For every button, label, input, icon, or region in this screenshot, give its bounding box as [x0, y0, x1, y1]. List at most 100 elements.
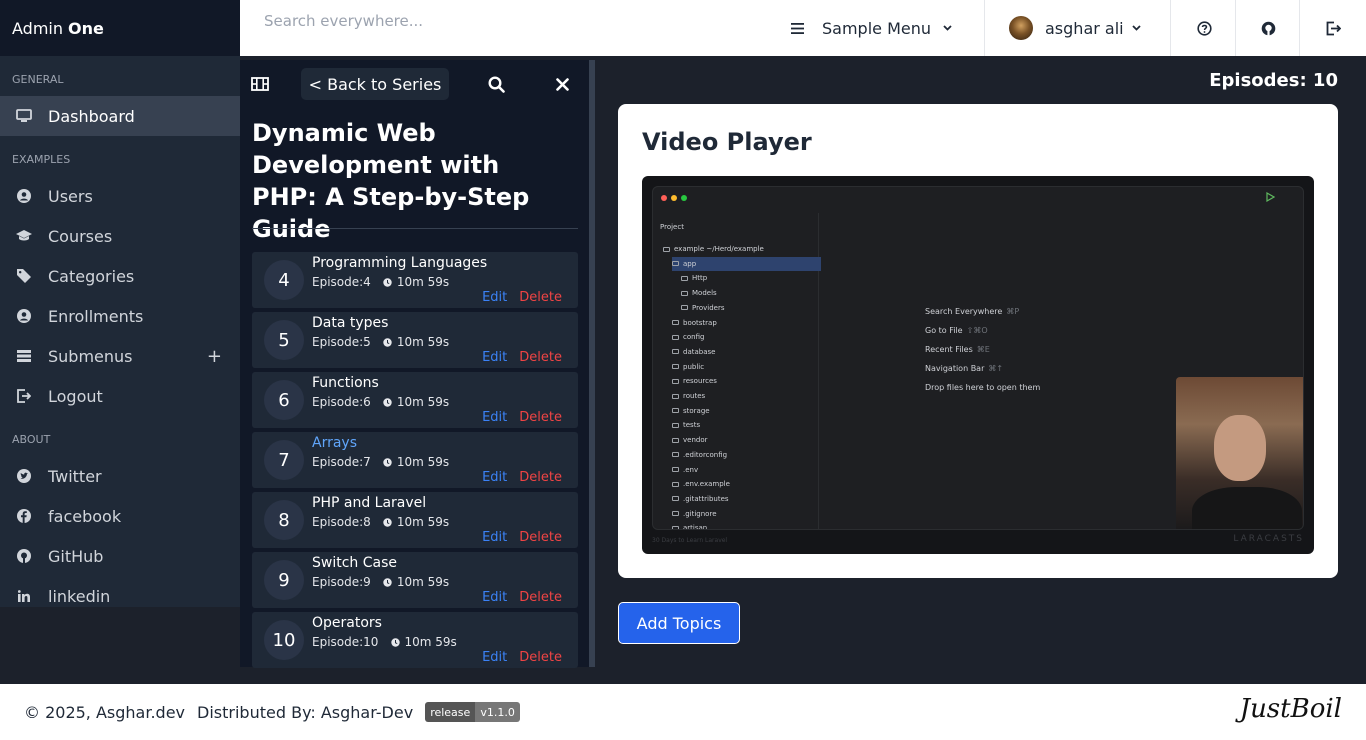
delete-link[interactable]: Delete: [519, 650, 562, 665]
run-icon: [1266, 192, 1275, 202]
film-icon[interactable]: [250, 74, 270, 94]
tree-row[interactable]: routes: [672, 389, 821, 403]
episode-title[interactable]: Switch Case: [312, 555, 397, 571]
tree-row[interactable]: Providers: [681, 301, 821, 315]
tree-row[interactable]: bootstrap: [672, 316, 821, 330]
delete-link[interactable]: Delete: [519, 590, 562, 605]
episode-title[interactable]: Operators: [312, 615, 382, 631]
edit-link[interactable]: Edit: [482, 530, 507, 545]
episode-title[interactable]: PHP and Laravel: [312, 495, 426, 511]
release-badge[interactable]: release v1.1.0: [425, 702, 520, 722]
tree-row[interactable]: config: [672, 330, 821, 344]
episode-title[interactable]: Arrays: [312, 435, 357, 451]
episode-item[interactable]: 10 Operators Episode:10 10m 59s Edit Del…: [252, 612, 578, 668]
panel-scrollbar[interactable]: [589, 60, 595, 667]
delete-link[interactable]: Delete: [519, 290, 562, 305]
tree-row[interactable]: .env: [672, 463, 821, 477]
search-icon[interactable]: [486, 74, 506, 94]
user-menu-dropdown[interactable]: asghar ali: [1009, 0, 1141, 56]
sidebar-item-enrollments[interactable]: Enrollments: [0, 296, 240, 336]
episode-item[interactable]: 6 Functions Episode:6 10m 59s Edit Delet…: [252, 372, 578, 428]
close-icon[interactable]: [552, 74, 572, 94]
tree-row[interactable]: tests: [672, 418, 821, 432]
tree-row[interactable]: .gitignore: [672, 507, 821, 521]
tree-row[interactable]: Models: [681, 286, 821, 300]
tree-row[interactable]: storage: [672, 404, 821, 418]
episode-title[interactable]: Data types: [312, 315, 388, 331]
sidebar-item-label: Users: [48, 186, 93, 206]
help-button[interactable]: [1197, 0, 1212, 56]
episode-list: 4 Programming Languages Episode:4 10m 59…: [252, 252, 578, 672]
episode-label: Episode:6: [312, 395, 371, 409]
delete-link[interactable]: Delete: [519, 350, 562, 365]
edit-link[interactable]: Edit: [482, 470, 507, 485]
edit-link[interactable]: Edit: [482, 410, 507, 425]
episode-title[interactable]: Functions: [312, 375, 379, 391]
episode-meta: Episode:4 10m 59s: [312, 275, 449, 289]
tree-row[interactable]: Http: [681, 271, 821, 285]
tree-row-label: example ~/Herd/example: [674, 245, 764, 253]
sidebar-item-github[interactable]: GitHub: [0, 536, 240, 576]
sidebar-item-twitter[interactable]: Twitter: [0, 456, 240, 496]
delete-link[interactable]: Delete: [519, 470, 562, 485]
edit-link[interactable]: Edit: [482, 290, 507, 305]
episode-title[interactable]: Programming Languages: [312, 255, 487, 271]
folder-icon: [672, 393, 679, 399]
tree-row[interactable]: artisan: [672, 521, 821, 529]
back-to-series-button[interactable]: < Back to Series: [301, 68, 449, 100]
episode-item-current[interactable]: 7 Arrays Episode:7 10m 59s Edit Delete: [252, 432, 578, 488]
episode-item[interactable]: 9 Switch Case Episode:9 10m 59s Edit Del…: [252, 552, 578, 608]
expand-plus-icon[interactable]: +: [207, 346, 222, 367]
brand[interactable]: Admin One: [0, 0, 240, 56]
tree-row[interactable]: example ~/Herd/example: [663, 242, 821, 256]
sidebar-item-dashboard[interactable]: Dashboard: [0, 96, 240, 136]
episode-number: 7: [264, 440, 304, 480]
tree-row[interactable]: database: [672, 345, 821, 359]
episode-item[interactable]: 5 Data types Episode:5 10m 59s Edit Dele…: [252, 312, 578, 368]
monitor-icon: [16, 108, 32, 124]
sample-menu-dropdown[interactable]: Sample Menu: [791, 0, 952, 56]
tree-row[interactable]: .editorconfig: [672, 448, 821, 462]
tree-row[interactable]: .gitattributes: [672, 492, 821, 506]
sidebar-item-label: Logout: [48, 386, 103, 406]
tree-row[interactable]: public: [672, 360, 821, 374]
tree-row[interactable]: vendor: [672, 433, 821, 447]
tree-row[interactable]: .env.example: [672, 477, 821, 491]
sidebar-item-courses[interactable]: Courses: [0, 216, 240, 256]
sidebar-group-general: GENERAL: [12, 73, 64, 86]
top-navbar: Sample Menu asghar ali: [240, 0, 1366, 56]
edit-link[interactable]: Edit: [482, 590, 507, 605]
edit-link[interactable]: Edit: [482, 650, 507, 665]
brand-name: Admin: [12, 18, 63, 38]
add-topics-button[interactable]: Add Topics: [618, 602, 740, 644]
sidebar-item-users[interactable]: Users: [0, 176, 240, 216]
clock-icon: [383, 577, 393, 587]
sidebar-item-logout[interactable]: Logout: [0, 376, 240, 416]
sidebar-item-categories[interactable]: Categories: [0, 256, 240, 296]
episode-label: Episode:9: [312, 575, 371, 589]
window-zoom-dot: [681, 195, 687, 201]
justboil-logo[interactable]: JustBoil: [1240, 694, 1342, 724]
sidebar-item-label: Twitter: [48, 466, 102, 486]
delete-link[interactable]: Delete: [519, 530, 562, 545]
logout-icon: [1326, 21, 1341, 36]
sidebar-item-submenus[interactable]: Submenus +: [0, 336, 240, 376]
tree-row[interactable]: app: [672, 256, 821, 271]
folder-icon: [672, 349, 679, 355]
video-player[interactable]: Project example ~/Herd/example app Http Mod…: [642, 176, 1314, 554]
folder-icon: [663, 246, 670, 252]
delete-link[interactable]: Delete: [519, 410, 562, 425]
clock-icon: [390, 637, 400, 647]
episode-item[interactable]: 4 Programming Languages Episode:4 10m 59…: [252, 252, 578, 308]
search-input[interactable]: [264, 9, 664, 33]
github-button[interactable]: [1261, 0, 1276, 56]
episode-item[interactable]: 8 PHP and Laravel Episode:8 10m 59s Edit…: [252, 492, 578, 548]
badge-version: v1.1.0: [475, 702, 520, 722]
folder-icon: [672, 408, 679, 414]
tree-row[interactable]: resources: [672, 374, 821, 388]
edit-link[interactable]: Edit: [482, 350, 507, 365]
sidebar-item-linkedin[interactable]: linkedin: [0, 576, 240, 616]
menu-icon: [791, 22, 804, 34]
sidebar-item-facebook[interactable]: facebook: [0, 496, 240, 536]
logout-button[interactable]: [1326, 0, 1341, 56]
